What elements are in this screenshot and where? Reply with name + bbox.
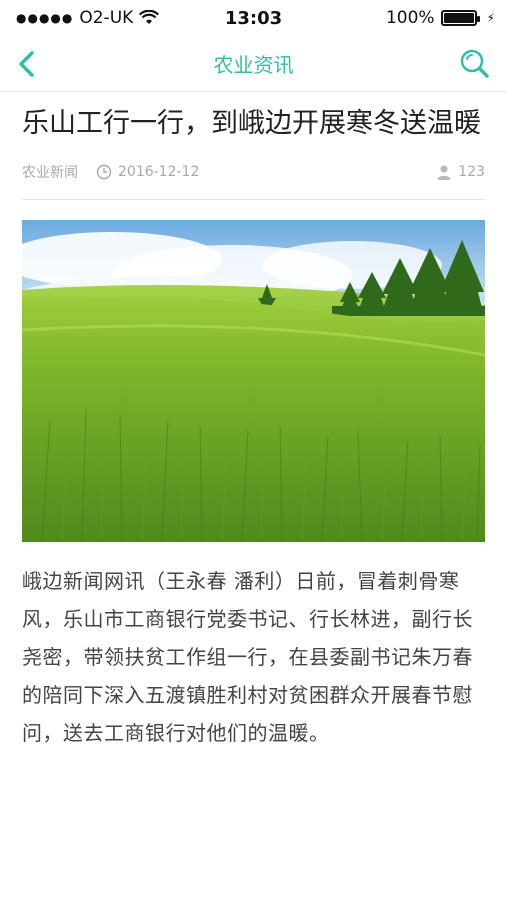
status-right: 100% ⚡ [386,8,495,28]
battery-icon [440,10,480,26]
article-title: 乐山工行一行，到峨边开展寒冬送温暖 [22,108,481,139]
search-icon [460,49,489,78]
views-item: 123 [436,164,485,180]
user-icon [437,165,451,180]
clock-icon [96,164,112,179]
page-title: 农业资讯 [213,53,294,77]
hero-image [22,220,485,542]
back-button[interactable] [16,50,38,78]
date-label: 2016-12-12 [118,163,200,180]
status-bar: ●●●●● O2-UK 13:03 100% ⚡ [0,0,507,36]
status-left: ●●●●● O2-UK [16,8,160,28]
charging-icon: ⚡ [486,11,495,25]
battery-percent: 100% [385,8,435,28]
wifi-icon [139,10,160,24]
article-meta: 农业新闻 2016-12-12 123 [22,144,485,200]
nav-bar: 农业资讯 [0,36,507,92]
signal-dots-icon: ●●●●● [16,11,74,25]
views-count: 123 [458,163,485,180]
article-body: 峨边新闻网讯（王永春 潘利）日前，冒着刺骨寒风，乐山市工商银行党委书记、行长林进… [22,569,473,745]
search-button[interactable] [459,48,491,80]
article: 乐山工行一行，到峨边开展寒冬送温暖 农业新闻 2016-12-12 123 峨边… [0,104,507,752]
chevron-left-icon [19,50,34,77]
date-item: 2016-12-12 [96,164,199,180]
carrier-label: O2-UK [79,8,134,28]
meta-left: 农业新闻 2016-12-12 [22,162,199,182]
category-label[interactable]: 农业新闻 [22,162,78,182]
